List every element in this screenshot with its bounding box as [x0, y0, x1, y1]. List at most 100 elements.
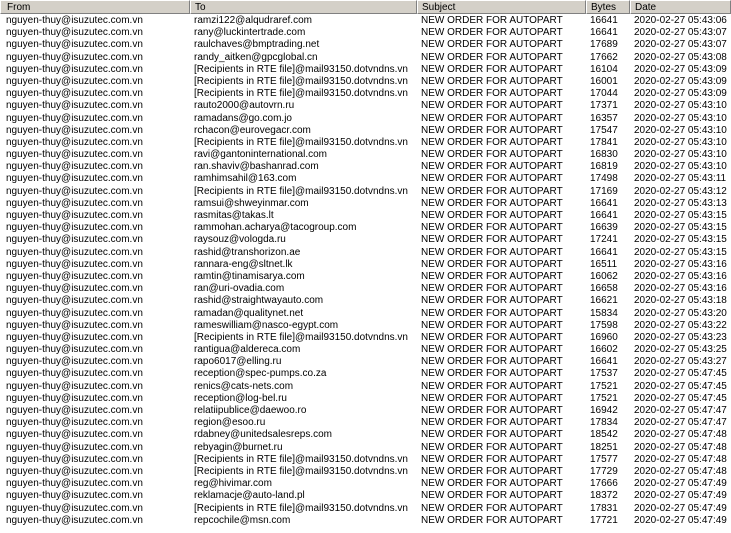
table-row[interactable]: nguyen-thuy@isuzutec.com.vn rantigua@alde…: [0, 344, 731, 356]
from-cell: nguyen-thuy@isuzutec.com.vn: [6, 465, 143, 477]
table-row[interactable]: nguyen-thuy@isuzutec.com.vn rebyagin@burn…: [0, 442, 731, 454]
table-row[interactable]: nguyen-thuy@isuzutec.com.vn rashid@transh…: [0, 247, 731, 259]
table-row[interactable]: nguyen-thuy@isuzutec.com.vn ramadan@quali…: [0, 308, 731, 320]
to-cell: rashid@transhorizon.ae: [194, 246, 301, 258]
from-cell: nguyen-thuy@isuzutec.com.vn: [6, 270, 143, 282]
subject-cell: NEW ORDER FOR AUTOPART: [421, 124, 563, 136]
table-row[interactable]: nguyen-thuy@isuzutec.com.vn ramtin@tinami…: [0, 271, 731, 283]
table-row[interactable]: nguyen-thuy@isuzutec.com.vn reklamacje@au…: [0, 490, 731, 502]
table-row[interactable]: nguyen-thuy@isuzutec.com.vn ramsui@shweyi…: [0, 198, 731, 210]
to-cell: rdabney@unitedsalesreps.com: [194, 429, 333, 441]
column-header-from[interactable]: From: [0, 0, 190, 14]
bytes-cell: 16062: [590, 270, 618, 282]
from-cell: nguyen-thuy@isuzutec.com.vn: [6, 356, 143, 368]
table-row[interactable]: nguyen-thuy@isuzutec.com.vn rauto2000@aut…: [0, 100, 731, 112]
to-cell: ravi@gantoninternational.com: [194, 149, 328, 161]
to-cell: rashid@straightwayauto.com: [194, 295, 324, 307]
table-row[interactable]: nguyen-thuy@isuzutec.com.vn [Recipients i…: [0, 332, 731, 344]
bytes-cell: 17598: [590, 319, 618, 331]
table-row[interactable]: nguyen-thuy@isuzutec.com.vn [Recipients i…: [0, 186, 731, 198]
column-header-subject[interactable]: Subject: [417, 0, 586, 14]
from-cell: nguyen-thuy@isuzutec.com.vn: [6, 392, 143, 404]
to-cell: ramhimsahil@163.com: [194, 173, 297, 185]
table-row[interactable]: nguyen-thuy@isuzutec.com.vn repcochile@ms…: [0, 515, 731, 527]
table-row[interactable]: nguyen-thuy@isuzutec.com.vn renics@cats-n…: [0, 381, 731, 393]
bytes-cell: 17044: [590, 88, 618, 100]
from-cell: nguyen-thuy@isuzutec.com.vn: [6, 429, 143, 441]
table-row[interactable]: nguyen-thuy@isuzutec.com.vn raysouz@volog…: [0, 234, 731, 246]
table-row[interactable]: nguyen-thuy@isuzutec.com.vn rdabney@unite…: [0, 429, 731, 441]
date-cell: 2020-02-27 05:47:48: [634, 453, 727, 465]
to-cell: reception@spec-pumps.co.za: [194, 368, 327, 380]
column-header-bytes[interactable]: Bytes: [586, 0, 630, 14]
date-cell: 2020-02-27 05:43:10: [634, 136, 727, 148]
date-cell: 2020-02-27 05:47:47: [634, 405, 727, 416]
date-cell: 2020-02-27 05:43:07: [634, 27, 727, 39]
table-row[interactable]: nguyen-thuy@isuzutec.com.vn [Recipients i…: [0, 64, 731, 76]
to-cell: reg@hivimar.com: [194, 478, 272, 490]
to-cell: reklamacje@auto-land.pl: [194, 490, 305, 502]
subject-cell: NEW ORDER FOR AUTOPART: [421, 514, 563, 526]
subject-cell: NEW ORDER FOR AUTOPART: [421, 234, 563, 246]
table-row[interactable]: nguyen-thuy@isuzutec.com.vn [Recipients i…: [0, 137, 731, 149]
table-row[interactable]: nguyen-thuy@isuzutec.com.vn rany@luckinte…: [0, 27, 731, 39]
to-cell: [Recipients in RTE file]@mail93150.dotvn…: [194, 88, 408, 100]
date-cell: 2020-02-27 05:47:49: [634, 502, 727, 514]
table-row[interactable]: nguyen-thuy@isuzutec.com.vn rchacon@eurov…: [0, 125, 731, 137]
table-row[interactable]: nguyen-thuy@isuzutec.com.vn [Recipients i…: [0, 76, 731, 88]
subject-cell: NEW ORDER FOR AUTOPART: [421, 344, 563, 356]
table-row[interactable]: nguyen-thuy@isuzutec.com.vn [Recipients i…: [0, 88, 731, 100]
table-row[interactable]: nguyen-thuy@isuzutec.com.vn relatiipublic…: [0, 405, 731, 417]
table-row[interactable]: nguyen-thuy@isuzutec.com.vn reception@spe…: [0, 368, 731, 380]
table-row[interactable]: nguyen-thuy@isuzutec.com.vn rameswilliam@…: [0, 320, 731, 332]
table-row[interactable]: nguyen-thuy@isuzutec.com.vn rapo6017@elli…: [0, 356, 731, 368]
date-cell: 2020-02-27 05:47:48: [634, 441, 727, 453]
table-row[interactable]: nguyen-thuy@isuzutec.com.vn [Recipients i…: [0, 503, 731, 515]
bytes-cell: 16641: [590, 27, 618, 39]
subject-cell: NEW ORDER FOR AUTOPART: [421, 258, 563, 270]
from-cell: nguyen-thuy@isuzutec.com.vn: [6, 258, 143, 270]
table-row[interactable]: nguyen-thuy@isuzutec.com.vn [Recipients i…: [0, 466, 731, 478]
date-cell: 2020-02-27 05:43:08: [634, 51, 727, 63]
table-row[interactable]: nguyen-thuy@isuzutec.com.vn rashid@straig…: [0, 295, 731, 307]
table-row[interactable]: nguyen-thuy@isuzutec.com.vn rasmitas@taka…: [0, 210, 731, 222]
table-row[interactable]: nguyen-thuy@isuzutec.com.vn ravi@gantonin…: [0, 149, 731, 161]
to-cell: ran@uri-ovadia.com: [194, 283, 285, 295]
table-row[interactable]: nguyen-thuy@isuzutec.com.vn ramhimsahil@1…: [0, 173, 731, 185]
date-cell: 2020-02-27 05:43:27: [634, 356, 727, 368]
table-row[interactable]: nguyen-thuy@isuzutec.com.vn randy_aitken@…: [0, 52, 731, 64]
table-row[interactable]: nguyen-thuy@isuzutec.com.vn reg@hivimar.c…: [0, 478, 731, 490]
from-cell: nguyen-thuy@isuzutec.com.vn: [6, 75, 143, 87]
date-cell: 2020-02-27 05:47:45: [634, 380, 727, 392]
from-cell: nguyen-thuy@isuzutec.com.vn: [6, 173, 143, 185]
to-cell: ramzi122@alqudraref.com: [194, 15, 312, 26]
date-cell: 2020-02-27 05:43:15: [634, 222, 727, 234]
to-cell: raulchaves@bmptrading.net: [194, 39, 320, 51]
date-cell: 2020-02-27 05:47:49: [634, 490, 727, 502]
bytes-cell: 17662: [590, 51, 618, 63]
table-row[interactable]: nguyen-thuy@isuzutec.com.vn ramzi122@alqu…: [0, 15, 731, 27]
to-cell: rasmitas@takas.lt: [194, 210, 274, 221]
subject-cell: NEW ORDER FOR AUTOPART: [421, 490, 563, 502]
date-cell: 2020-02-27 05:43:25: [634, 344, 727, 356]
subject-cell: NEW ORDER FOR AUTOPART: [421, 185, 563, 197]
from-cell: nguyen-thuy@isuzutec.com.vn: [6, 27, 143, 39]
table-row[interactable]: nguyen-thuy@isuzutec.com.vn ran.shaviv@ba…: [0, 161, 731, 173]
table-row[interactable]: nguyen-thuy@isuzutec.com.vn region@esoo.r…: [0, 417, 731, 429]
table-row[interactable]: nguyen-thuy@isuzutec.com.vn [Recipients i…: [0, 454, 731, 466]
subject-cell: NEW ORDER FOR AUTOPART: [421, 356, 563, 368]
to-cell: [Recipients in RTE file]@mail93150.dotvn…: [194, 453, 408, 465]
table-row[interactable]: nguyen-thuy@isuzutec.com.vn rammohan.acha…: [0, 222, 731, 234]
date-cell: 2020-02-27 05:47:49: [634, 478, 727, 490]
bytes-cell: 17547: [590, 124, 618, 136]
table-row[interactable]: nguyen-thuy@isuzutec.com.vn reception@log…: [0, 393, 731, 405]
table-row[interactable]: nguyen-thuy@isuzutec.com.vn ran@uri-ovadi…: [0, 283, 731, 295]
date-cell: 2020-02-27 05:47:47: [634, 417, 727, 429]
table-row[interactable]: nguyen-thuy@isuzutec.com.vn ramadans@go.c…: [0, 113, 731, 125]
column-header-to[interactable]: To: [190, 0, 417, 14]
table-row[interactable]: nguyen-thuy@isuzutec.com.vn rannara-eng@s…: [0, 259, 731, 271]
table-row[interactable]: nguyen-thuy@isuzutec.com.vn raulchaves@bm…: [0, 39, 731, 51]
from-cell: nguyen-thuy@isuzutec.com.vn: [6, 15, 143, 26]
column-header-date[interactable]: Date: [630, 0, 731, 14]
from-cell: nguyen-thuy@isuzutec.com.vn: [6, 502, 143, 514]
